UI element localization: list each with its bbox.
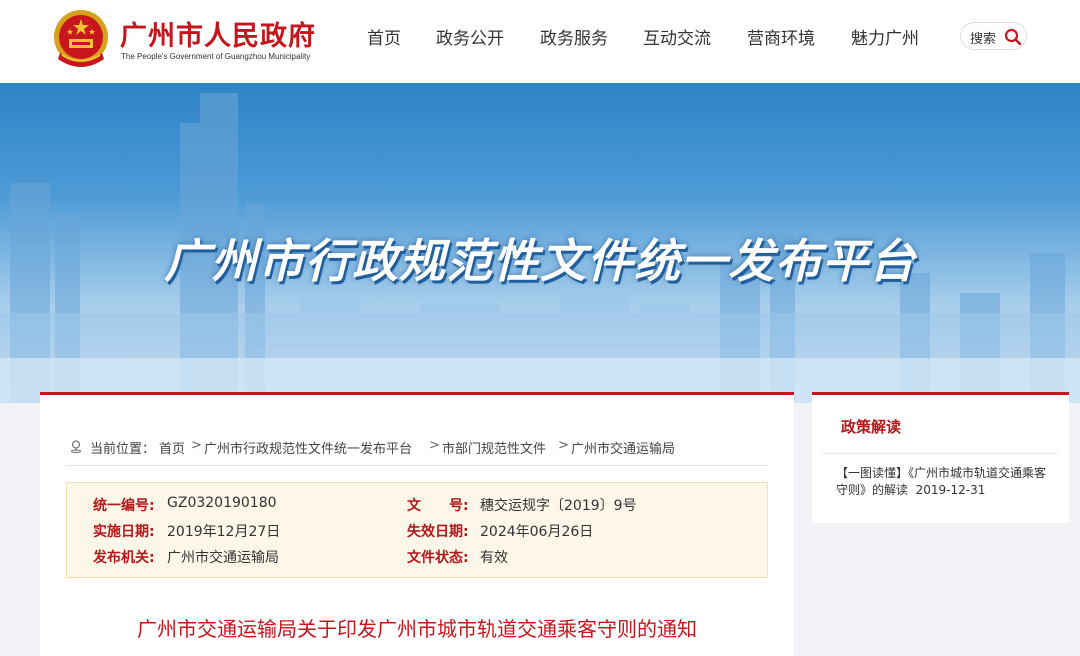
- search-label: 搜索: [970, 32, 997, 47]
- policy-interpretation-link[interactable]: 【一图读懂】《广州市城市轨道交通乘客守则》的解读 2019-12-31: [836, 465, 1056, 499]
- unified-no-value: GZ0320190180: [167, 495, 277, 511]
- divider: [822, 453, 1058, 454]
- breadcrumb-separator: >: [191, 438, 202, 453]
- effective-date-value: 2019年12月27日: [167, 524, 281, 540]
- breadcrumb-transport-bureau[interactable]: 广州市交通运输局: [571, 438, 675, 457]
- expiry-date-value: 2024年06月26日: [480, 524, 594, 540]
- document-title: 广州市交通运输局关于印发广州市城市轨道交通乘客守则的通知: [137, 617, 697, 641]
- search-icon: [1004, 28, 1022, 46]
- nav-business-environment[interactable]: 营商环境: [747, 24, 815, 50]
- effective-date-label: 实施日期:: [93, 524, 155, 540]
- status-value: 有效: [480, 550, 508, 566]
- policy-link-date: 2019-12-31: [915, 483, 986, 497]
- hero-banner: 广州市行政规范性文件统一发布平台: [0, 83, 1080, 403]
- side-panel-title: 政策解读: [841, 418, 902, 436]
- doc-no-label: 文 号:: [407, 498, 469, 514]
- breadcrumb-platform[interactable]: 广州市行政规范性文件统一发布平台: [204, 438, 412, 457]
- document-metadata: 统一编号: GZ0320190180 文 号: 穗交运规字〔2019〕9号 实施…: [66, 482, 768, 578]
- banner-title: 广州市行政规范性文件统一发布平台: [164, 234, 916, 288]
- site-header: 广州市人民政府 The People's Government of Guang…: [0, 0, 1080, 83]
- nav-government-affairs-public[interactable]: 政务公开: [436, 24, 504, 50]
- status-label: 文件状态:: [407, 550, 469, 566]
- breadcrumb-label: 当前位置：: [90, 442, 156, 457]
- divider: [66, 465, 768, 466]
- national-emblem-icon[interactable]: [52, 9, 110, 71]
- breadcrumb-separator: >: [558, 438, 569, 453]
- nav-government-services[interactable]: 政务服务: [540, 24, 608, 50]
- policy-interpretation-panel: 政策解读 【一图读懂】《广州市城市轨道交通乘客守则》的解读 2019-12-31: [812, 392, 1069, 523]
- site-title[interactable]: 广州市人民政府: [120, 14, 316, 53]
- breadcrumb-separator: >: [429, 438, 440, 453]
- nav-home[interactable]: 首页: [367, 24, 401, 50]
- issuer-label: 发布机关:: [93, 550, 155, 566]
- nav-interaction[interactable]: 互动交流: [643, 24, 711, 50]
- site-subtitle: The People's Government of Guangzhou Mun…: [121, 52, 311, 61]
- breadcrumb-home[interactable]: 首页: [159, 438, 185, 457]
- breadcrumb-department-docs[interactable]: 市部门规范性文件: [442, 438, 546, 457]
- doc-no-value: 穗交运规字〔2019〕9号: [480, 498, 637, 514]
- unified-no-label: 统一编号:: [93, 498, 155, 514]
- issuer-value: 广州市交通运输局: [167, 550, 279, 566]
- document-card: 当前位置： 首页 > 广州市行政规范性文件统一发布平台 > 市部门规范性文件 >…: [40, 392, 794, 656]
- search-button[interactable]: 搜索: [960, 22, 1027, 50]
- expiry-date-label: 失效日期:: [407, 524, 469, 540]
- location-pin-icon: [71, 440, 81, 453]
- nav-charm-guangzhou[interactable]: 魅力广州: [851, 24, 919, 50]
